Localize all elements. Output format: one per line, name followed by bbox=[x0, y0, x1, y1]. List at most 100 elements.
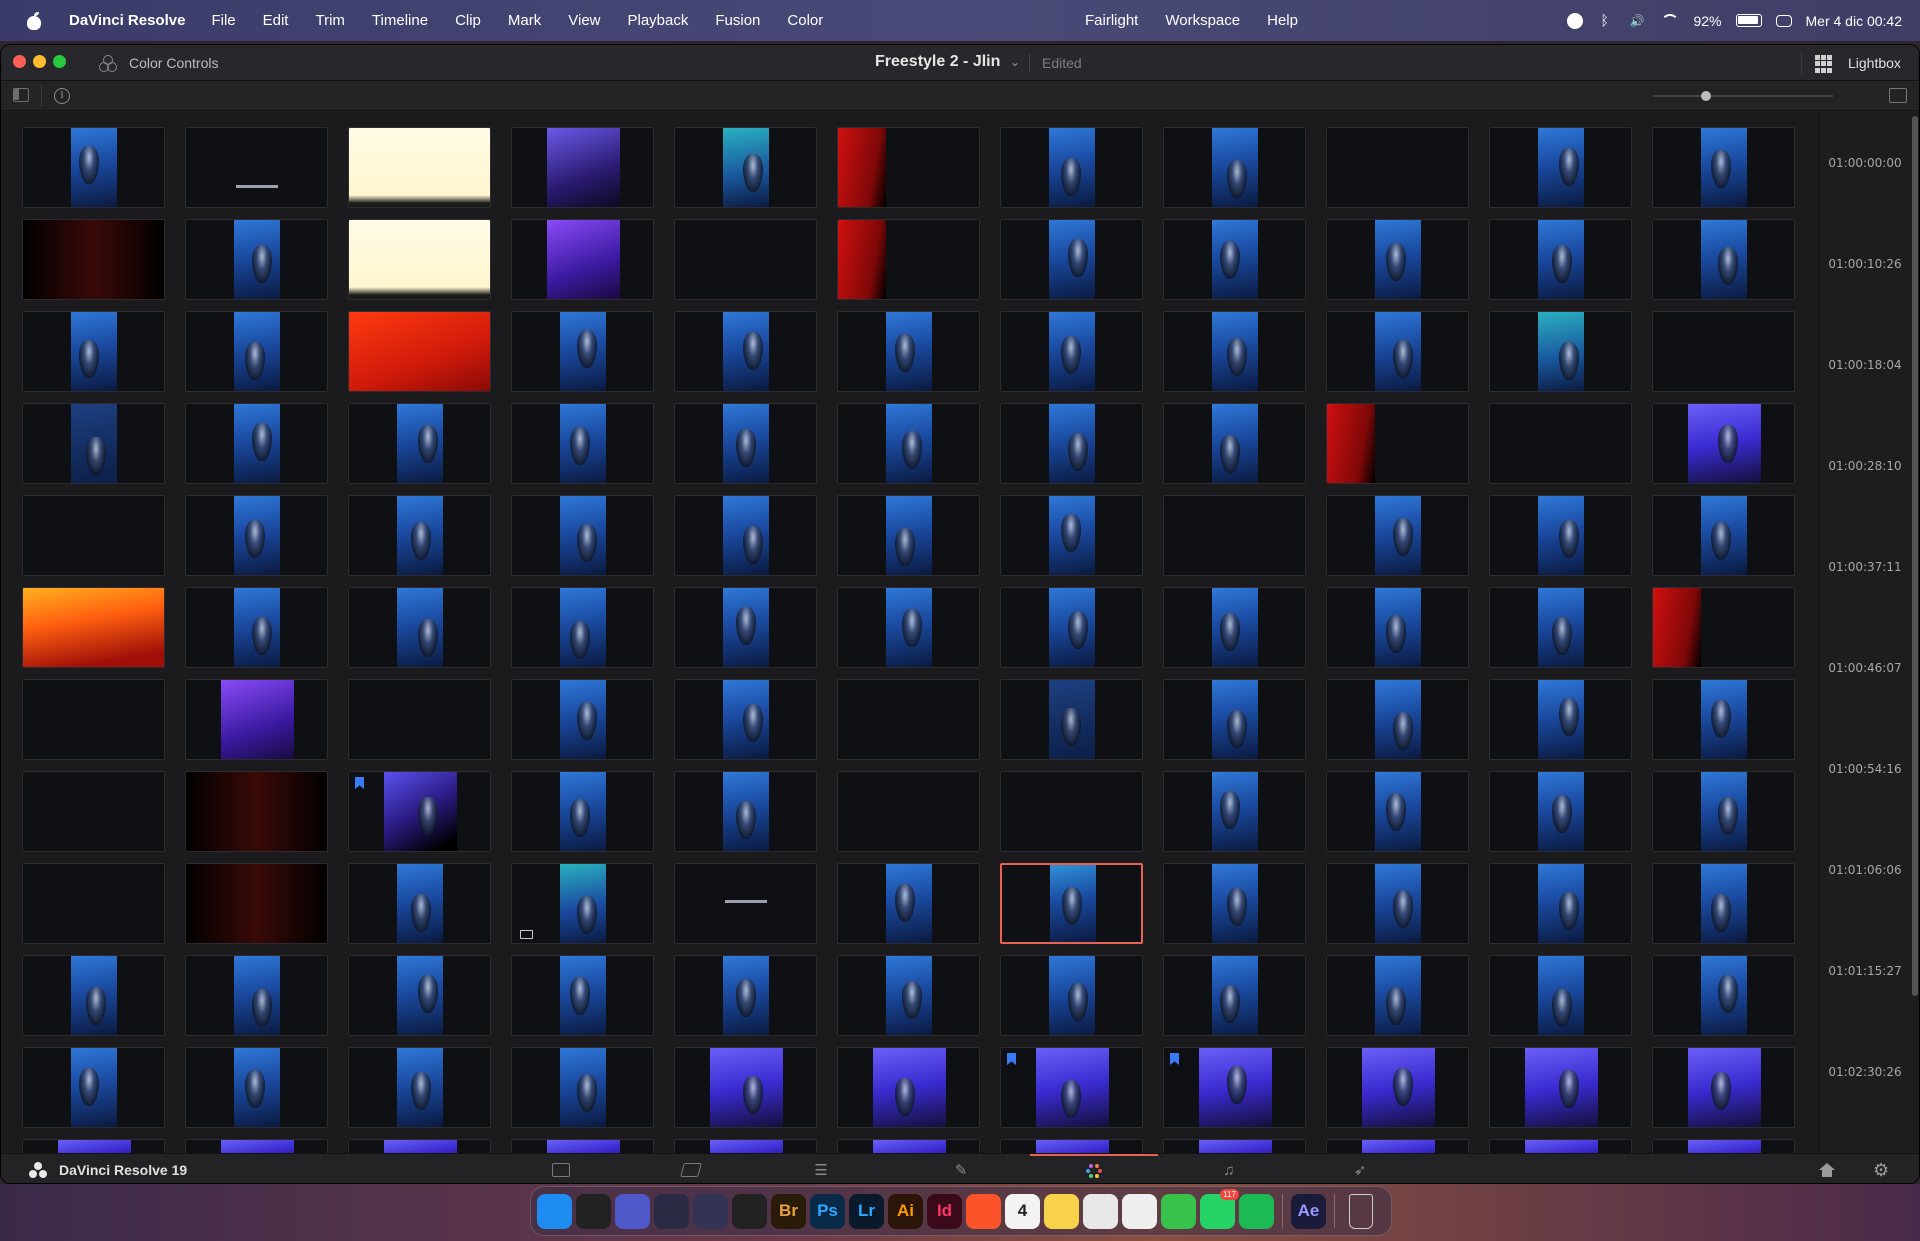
clip-thumbnail[interactable] bbox=[348, 1139, 491, 1154]
menu-timeline[interactable]: Timeline bbox=[372, 12, 428, 29]
clip-thumbnail[interactable] bbox=[348, 863, 491, 944]
clip-thumbnail[interactable] bbox=[674, 955, 817, 1036]
clip-thumbnail[interactable] bbox=[1489, 495, 1632, 576]
clip-thumbnail[interactable] bbox=[1163, 955, 1306, 1036]
clip-thumbnail[interactable] bbox=[1000, 311, 1143, 392]
clip-thumbnail[interactable] bbox=[511, 771, 654, 852]
menu-help[interactable]: Help bbox=[1267, 12, 1298, 29]
dock-finder-icon[interactable] bbox=[537, 1193, 572, 1229]
clip-thumbnail[interactable] bbox=[674, 771, 817, 852]
clip-thumbnail[interactable] bbox=[837, 311, 980, 392]
clip-thumbnail[interactable] bbox=[1652, 587, 1795, 668]
clip-thumbnail[interactable] bbox=[674, 311, 817, 392]
dock-indesign-icon[interactable]: Id bbox=[927, 1193, 962, 1229]
clip-thumbnail[interactable] bbox=[674, 679, 817, 760]
lightbox-button[interactable]: Lightbox bbox=[1848, 55, 1901, 71]
clip-thumbnail[interactable] bbox=[348, 127, 491, 208]
clip-thumbnail[interactable] bbox=[1489, 587, 1632, 668]
clip-thumbnail[interactable] bbox=[1489, 679, 1632, 760]
info-icon[interactable]: i bbox=[54, 88, 70, 104]
dock-notes-icon[interactable] bbox=[1044, 1193, 1079, 1229]
dock-after-effects-icon[interactable]: Ae bbox=[1291, 1193, 1326, 1229]
clip-thumbnail[interactable] bbox=[185, 863, 328, 944]
fusion-page-tab[interactable]: ✎ bbox=[897, 1154, 1025, 1183]
zoom-slider-handle[interactable] bbox=[1700, 91, 1711, 101]
clip-thumbnail[interactable] bbox=[1163, 1047, 1306, 1128]
clip-thumbnail[interactable] bbox=[1652, 679, 1795, 760]
clip-thumbnail[interactable] bbox=[185, 311, 328, 392]
dock-teams-icon[interactable] bbox=[615, 1193, 650, 1229]
clip-thumbnail[interactable] bbox=[837, 955, 980, 1036]
dock-photoshop-icon[interactable]: Ps bbox=[810, 1193, 845, 1229]
menu-app-name[interactable]: DaVinci Resolve bbox=[69, 12, 185, 29]
clip-thumbnail[interactable] bbox=[348, 771, 491, 852]
clip-thumbnail[interactable] bbox=[1326, 127, 1469, 208]
media-page-tab[interactable] bbox=[497, 1154, 625, 1183]
clip-thumbnail[interactable] bbox=[674, 127, 817, 208]
clip-thumbnail[interactable] bbox=[511, 1139, 654, 1154]
vertical-scrollbar[interactable] bbox=[1909, 112, 1919, 1154]
clip-thumbnail[interactable] bbox=[1326, 1139, 1469, 1154]
clip-thumbnail[interactable] bbox=[1652, 1139, 1795, 1154]
clip-thumbnail[interactable] bbox=[348, 311, 491, 392]
clip-thumbnail[interactable] bbox=[185, 1047, 328, 1128]
clip-thumbnail[interactable] bbox=[1326, 863, 1469, 944]
menu-color[interactable]: Color bbox=[787, 12, 823, 29]
dock-illustrator-icon[interactable]: Ai bbox=[888, 1193, 923, 1229]
dock-messages-icon[interactable] bbox=[1161, 1193, 1196, 1229]
clip-thumbnail[interactable] bbox=[1489, 771, 1632, 852]
clip-thumbnail[interactable] bbox=[837, 863, 980, 944]
fullscreen-window-button[interactable] bbox=[53, 55, 66, 68]
clip-thumbnail[interactable] bbox=[837, 771, 980, 852]
edit-page-tab[interactable]: ☰ bbox=[757, 1154, 885, 1183]
clip-thumbnail[interactable] bbox=[22, 771, 165, 852]
clip-thumbnail[interactable] bbox=[1326, 495, 1469, 576]
project-title[interactable]: Freestyle 2 - Jlin bbox=[875, 53, 1000, 71]
clip-thumbnail[interactable] bbox=[1163, 495, 1306, 576]
clip-thumbnail[interactable] bbox=[1652, 955, 1795, 1036]
clip-thumbnail[interactable] bbox=[1000, 863, 1143, 944]
clip-thumbnail[interactable] bbox=[1000, 495, 1143, 576]
spotify-status-icon[interactable] bbox=[1567, 12, 1584, 29]
clip-thumbnail[interactable] bbox=[837, 1139, 980, 1154]
clip-thumbnail[interactable] bbox=[1326, 587, 1469, 668]
lightbox-grid-icon[interactable] bbox=[1815, 55, 1833, 73]
flag-marker-icon[interactable] bbox=[1170, 1053, 1179, 1065]
clip-thumbnail[interactable] bbox=[674, 495, 817, 576]
color-controls-icon[interactable] bbox=[99, 55, 117, 73]
dock-remote-icon[interactable] bbox=[1122, 1193, 1157, 1229]
dock-photos-icon[interactable] bbox=[1083, 1193, 1118, 1229]
menu-view[interactable]: View bbox=[568, 12, 600, 29]
dock-figma-icon[interactable] bbox=[732, 1193, 767, 1229]
clip-thumbnail[interactable] bbox=[1163, 863, 1306, 944]
clip-thumbnail[interactable] bbox=[1000, 679, 1143, 760]
clip-thumbnail[interactable] bbox=[837, 1047, 980, 1128]
clip-thumbnail[interactable] bbox=[348, 587, 491, 668]
clip-thumbnail[interactable] bbox=[22, 495, 165, 576]
dock-trash-icon[interactable] bbox=[1349, 1193, 1373, 1229]
clip-thumbnail[interactable] bbox=[511, 863, 654, 944]
dock-davinci-resolve-icon[interactable] bbox=[654, 1193, 689, 1229]
menu-trim[interactable]: Trim bbox=[315, 12, 344, 29]
clip-thumbnail[interactable] bbox=[1000, 219, 1143, 300]
clip-thumbnail[interactable] bbox=[511, 219, 654, 300]
dock-bridge-icon[interactable]: Br bbox=[771, 1193, 806, 1229]
clip-thumbnail[interactable] bbox=[348, 955, 491, 1036]
clip-thumbnail[interactable] bbox=[1000, 587, 1143, 668]
exit-lightbox-icon[interactable] bbox=[1889, 88, 1907, 103]
cut-page-tab[interactable] bbox=[627, 1154, 755, 1183]
clip-thumbnail[interactable] bbox=[674, 219, 817, 300]
clip-thumbnail[interactable] bbox=[185, 219, 328, 300]
clip-thumbnail[interactable] bbox=[511, 1047, 654, 1128]
color-page-tab[interactable] bbox=[1030, 1154, 1158, 1183]
clip-thumbnail[interactable] bbox=[511, 495, 654, 576]
clip-thumbnail[interactable] bbox=[1000, 955, 1143, 1036]
clip-thumbnail[interactable] bbox=[22, 955, 165, 1036]
dock-whatsapp-icon[interactable]: 117 bbox=[1200, 1188, 1239, 1229]
clip-thumbnail[interactable] bbox=[1326, 955, 1469, 1036]
clip-thumbnail[interactable] bbox=[511, 127, 654, 208]
clip-thumbnail[interactable] bbox=[1652, 219, 1795, 300]
clip-thumbnail[interactable] bbox=[674, 1047, 817, 1128]
clip-thumbnail[interactable] bbox=[511, 403, 654, 484]
clip-thumbnail[interactable] bbox=[511, 955, 654, 1036]
